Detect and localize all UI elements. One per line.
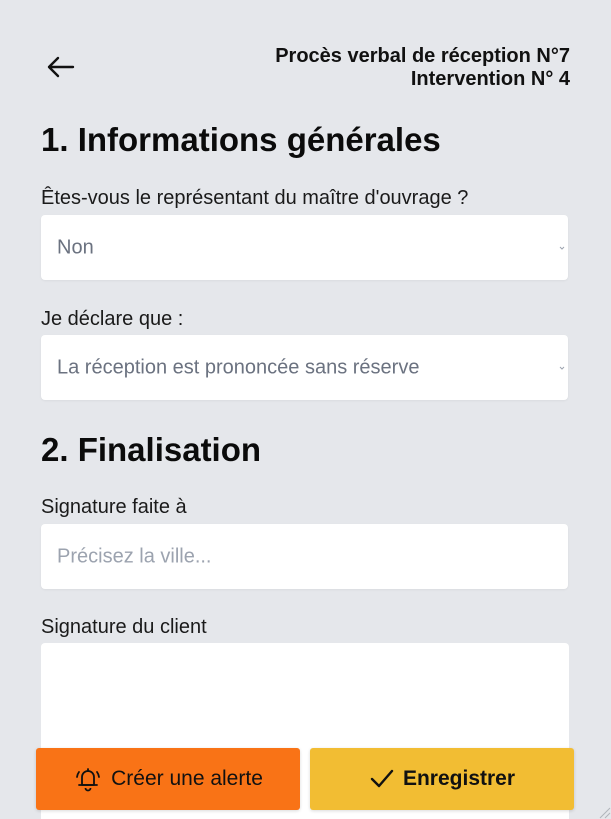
- chevron-down-icon: [559, 246, 565, 250]
- resize-grip-icon: [599, 807, 611, 819]
- bell-icon: [73, 764, 103, 794]
- create-alert-label: Créer une alerte: [111, 767, 263, 790]
- save-button[interactable]: Enregistrer: [310, 748, 574, 810]
- report-title: Procès verbal de réception N°7: [275, 45, 570, 67]
- arrow-left-icon: [47, 56, 75, 78]
- section-title-general-info: 1. Informations générales: [41, 121, 441, 158]
- representative-select[interactable]: Non: [41, 215, 568, 280]
- client-signature-label: Signature du client: [41, 616, 207, 638]
- header-titles: Procès verbal de réception N°7 Intervent…: [275, 45, 570, 91]
- declaration-select-value: La réception est prononcée sans réserve: [57, 356, 420, 378]
- chevron-down-icon: [559, 366, 565, 370]
- create-alert-button[interactable]: Créer une alerte: [36, 748, 300, 810]
- page-header: Procès verbal de réception N°7 Intervent…: [0, 0, 611, 110]
- section-title-finalisation: 2. Finalisation: [41, 431, 262, 468]
- back-button[interactable]: [42, 52, 78, 82]
- declaration-select[interactable]: La réception est prononcée sans réserve: [41, 335, 568, 400]
- signature-place-label: Signature faite à: [41, 496, 187, 518]
- save-label: Enregistrer: [402, 767, 516, 790]
- check-icon: [369, 767, 395, 791]
- signature-place-placeholder: Précisez la ville...: [57, 545, 212, 567]
- representative-select-value: Non: [57, 236, 94, 258]
- declaration-label: Je déclare que :: [41, 308, 184, 330]
- signature-place-input[interactable]: Précisez la ville...: [41, 524, 568, 589]
- representative-question-label: Êtes-vous le représentant du maître d'ou…: [41, 187, 469, 209]
- intervention-title: Intervention N° 4: [410, 68, 570, 90]
